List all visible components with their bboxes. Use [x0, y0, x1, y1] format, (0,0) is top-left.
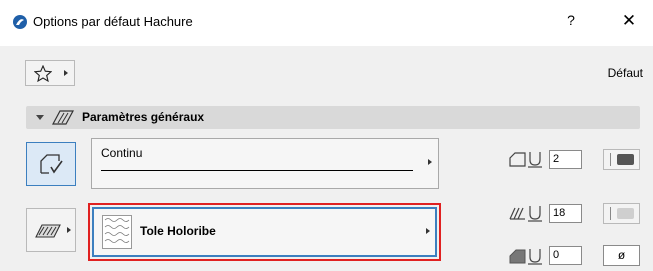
contour-pen-swatch [617, 154, 634, 165]
collapse-arrow-icon [36, 115, 44, 120]
chevron-right-icon [428, 159, 432, 165]
close-button[interactable]: ✕ [618, 11, 640, 31]
window-title: Options par défaut Hachure [33, 14, 193, 29]
star-icon [34, 65, 52, 82]
background-pen-transparent-button[interactable]: ø [603, 245, 640, 266]
title-bar: Options par défaut Hachure ? ✕ [0, 0, 653, 46]
fill-pen-swatch [617, 208, 634, 219]
favorites-button[interactable] [25, 60, 75, 86]
background-pen-input[interactable]: 0 [549, 246, 582, 265]
contour-pen-color-button[interactable] [603, 149, 640, 170]
wave-pattern-icon [104, 218, 130, 243]
help-button[interactable]: ? [560, 12, 582, 28]
default-label: Défaut [607, 66, 643, 80]
app-logo-icon [13, 15, 27, 29]
fill-pen-input[interactable]: 18 [549, 204, 582, 223]
fill-pen-icon [509, 206, 542, 222]
line-type-popup[interactable]: Continu [91, 138, 439, 189]
fill-pen-color-button[interactable] [603, 203, 640, 224]
section-label: Paramètres généraux [82, 110, 205, 124]
fill-type-popup[interactable]: Tole Holoribe [92, 207, 437, 257]
contour-toggle-button[interactable] [26, 142, 76, 186]
section-general-settings[interactable]: Paramètres généraux [26, 106, 640, 129]
chevron-right-icon [426, 228, 430, 234]
hatch-section-icon [52, 110, 74, 125]
line-preview [101, 170, 413, 171]
fill-surface-icon [35, 224, 61, 238]
fill-type-label: Tole Holoribe [140, 224, 216, 238]
dialog-content: Défaut Paramètres généraux Continu 2 Tol… [0, 46, 653, 271]
line-type-label: Continu [101, 146, 143, 160]
chevron-right-icon [64, 70, 68, 76]
contour-icon [40, 154, 63, 174]
contour-pen-input[interactable]: 2 [549, 150, 582, 169]
fill-pattern-thumbnail [102, 215, 132, 249]
fill-type-button[interactable] [26, 208, 76, 252]
background-pen-icon [509, 249, 542, 265]
chevron-right-icon [67, 227, 71, 233]
contour-pen-icon [509, 152, 542, 168]
